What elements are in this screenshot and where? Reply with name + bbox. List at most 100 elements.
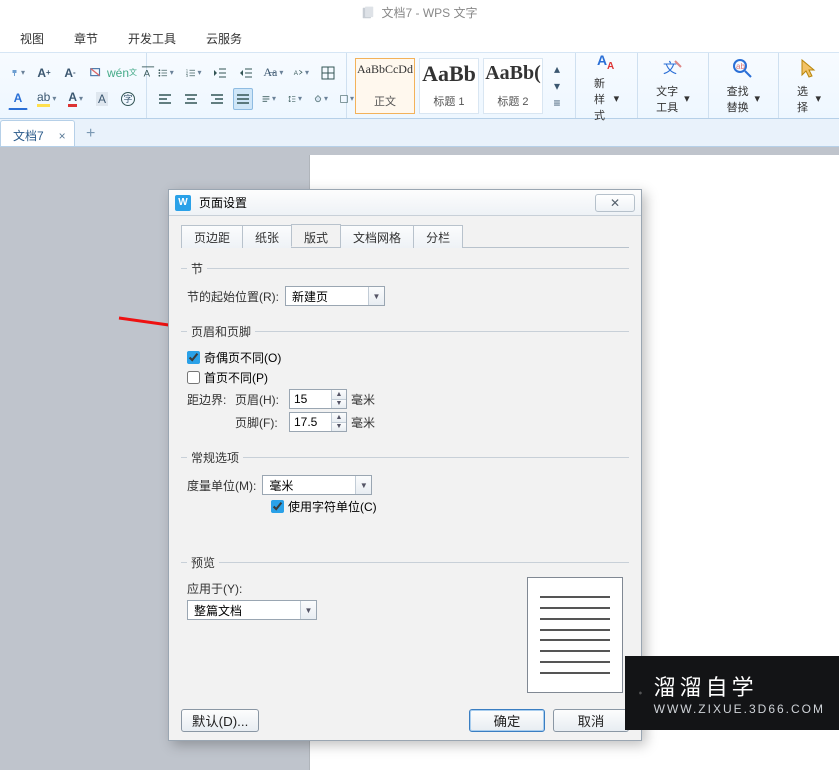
group-general: 常规选项 度量单位(M): 毫米 ▼ 使用字符单位(C)	[181, 449, 629, 520]
footer-value[interactable]	[290, 415, 330, 429]
dialog-app-icon: W	[175, 195, 191, 211]
dialog-tabstrip: 页边距 纸张 版式 文档网格 分栏	[181, 224, 629, 248]
ribbon-group-select: 选择▾	[779, 53, 839, 118]
phonetic-guide-button[interactable]: wén文	[112, 62, 132, 84]
header-value[interactable]	[290, 392, 330, 406]
footer-label: 页脚(F):	[235, 414, 285, 431]
ok-button[interactable]: 确定	[469, 709, 545, 732]
tab-columns[interactable]: 分栏	[413, 225, 463, 248]
svg-text:3: 3	[186, 74, 188, 78]
menu-cloud[interactable]: 云服务	[206, 30, 242, 47]
document-tabs: 文档7 × +	[0, 119, 839, 147]
numbering-button[interactable]: 123▾	[183, 62, 205, 84]
document-tab-add[interactable]: +	[81, 124, 101, 144]
line-spacing-button[interactable]: ▾	[285, 88, 305, 110]
menu-section[interactable]: 章节	[74, 30, 98, 47]
first-page-label: 首页不同(P)	[204, 369, 268, 386]
char-unit-checkbox[interactable]	[271, 500, 284, 513]
section-start-combo[interactable]: 新建页 ▼	[285, 286, 385, 306]
font-color-button[interactable]: A▾	[65, 88, 86, 110]
measure-value: 毫米	[269, 477, 293, 494]
char-style-a-button[interactable]: A	[8, 88, 28, 110]
spin-down-icon[interactable]: ▼	[332, 400, 346, 409]
style-gallery: AaBbCcDd 正文 AaBb 标题 1 AaBb( 标题 2 ▴ ▾ ≡	[355, 58, 567, 114]
shrink-font-button[interactable]: A-	[60, 62, 80, 84]
spin-down-icon[interactable]: ▼	[332, 423, 346, 432]
change-case-button[interactable]: A̶a▾	[262, 62, 284, 84]
highlight-button[interactable]: ab▾	[34, 88, 59, 110]
group-header-footer: 页眉和页脚 奇偶页不同(O) 首页不同(P) 距边界: 页眉(H): ▲▼ 毫米	[181, 323, 629, 437]
measure-combo[interactable]: 毫米 ▼	[262, 475, 372, 495]
first-page-checkbox[interactable]	[187, 371, 200, 384]
cursor-icon	[797, 57, 821, 81]
menu-view[interactable]: 视图	[20, 30, 44, 47]
style-label: 标题 2	[497, 93, 528, 109]
new-style-button[interactable]: AA 新样式▾	[584, 45, 629, 127]
svg-text:A: A	[294, 70, 299, 77]
play-circle-icon	[639, 671, 642, 715]
clear-format-button[interactable]	[86, 62, 106, 84]
document-tab-active[interactable]: 文档7 ×	[0, 120, 75, 146]
style-scroll-up[interactable]: ▴	[547, 61, 567, 77]
text-direction-button[interactable]: A▾	[290, 62, 312, 84]
spin-up-icon[interactable]: ▲	[332, 390, 346, 400]
format-painter-button[interactable]: ▾	[8, 62, 28, 84]
group-section-legend: 节	[187, 260, 207, 277]
document-tab-close[interactable]: ×	[59, 129, 66, 143]
spin-up-icon[interactable]: ▲	[332, 413, 346, 423]
brand-badge: 溜溜自学 WWW.ZIXUE.3D66.COM	[625, 656, 839, 730]
style-scroll-down[interactable]: ▾	[547, 78, 567, 94]
footer-unit: 毫米	[351, 414, 375, 431]
style-normal[interactable]: AaBbCcDd 正文	[355, 58, 415, 114]
align-left-button[interactable]	[155, 88, 175, 110]
app-icon	[361, 6, 375, 20]
odd-even-checkbox[interactable]	[187, 351, 200, 364]
borders-button[interactable]	[318, 62, 338, 84]
distribute-button[interactable]: ▾	[259, 88, 279, 110]
ribbon-group-newstyle: AA 新样式▾	[576, 53, 638, 118]
tab-paper[interactable]: 纸张	[242, 225, 292, 248]
align-right-button[interactable]	[207, 88, 227, 110]
bullets-button[interactable]: ▾	[155, 62, 177, 84]
shading-button[interactable]: ▾	[311, 88, 331, 110]
align-justify-button[interactable]	[233, 88, 253, 110]
style-heading1[interactable]: AaBb 标题 1	[419, 58, 479, 114]
apply-label: 应用于(Y):	[187, 580, 242, 597]
ribbon-group-find: ab 查找替换▾	[709, 53, 779, 118]
select-label: 选择	[797, 83, 813, 115]
distance-label: 距边界:	[187, 391, 231, 408]
menu-tabs: 视图 章节 开发工具 云服务	[0, 25, 839, 53]
group-header-footer-legend: 页眉和页脚	[187, 323, 255, 340]
char-shading-button[interactable]: A	[92, 88, 112, 110]
grow-font-button[interactable]: A+	[34, 62, 54, 84]
document-tab-label: 文档7	[13, 127, 44, 144]
menu-devtools[interactable]: 开发工具	[128, 30, 176, 47]
text-tools-label: 文字工具	[656, 83, 682, 115]
text-tools-button[interactable]: 文 文字工具▾	[646, 53, 699, 119]
tab-layout[interactable]: 版式	[291, 224, 341, 247]
brand-name: 溜溜自学	[654, 670, 825, 702]
default-button[interactable]: 默认(D)...	[181, 709, 259, 732]
footer-spin[interactable]: ▲▼	[289, 412, 347, 432]
group-preview: 预览 应用于(Y): 整篇文档 ▼	[181, 554, 629, 695]
odd-even-label: 奇偶页不同(O)	[204, 349, 281, 366]
enclose-char-button[interactable]: 字	[118, 88, 138, 110]
header-label: 页眉(H):	[235, 391, 285, 408]
window-title: 文档7 - WPS 文字	[381, 4, 477, 21]
dialog-title: 页面设置	[199, 194, 247, 211]
apply-combo[interactable]: 整篇文档 ▼	[187, 600, 317, 620]
style-preview: AaBb(	[485, 63, 541, 83]
svg-text:文: 文	[663, 60, 677, 76]
tab-grid[interactable]: 文档网格	[340, 225, 414, 248]
find-replace-button[interactable]: ab 查找替换▾	[717, 53, 770, 119]
style-expand[interactable]: ≡	[547, 95, 567, 111]
style-heading2[interactable]: AaBb( 标题 2	[483, 58, 543, 114]
tab-margins[interactable]: 页边距	[181, 225, 243, 248]
align-center-button[interactable]	[181, 88, 201, 110]
select-button[interactable]: 选择▾	[787, 53, 831, 119]
decrease-indent-button[interactable]	[210, 62, 230, 84]
dialog-close-button[interactable]: ✕	[595, 194, 635, 212]
cancel-button[interactable]: 取消	[553, 709, 629, 732]
increase-indent-button[interactable]	[236, 62, 256, 84]
header-spin[interactable]: ▲▼	[289, 389, 347, 409]
